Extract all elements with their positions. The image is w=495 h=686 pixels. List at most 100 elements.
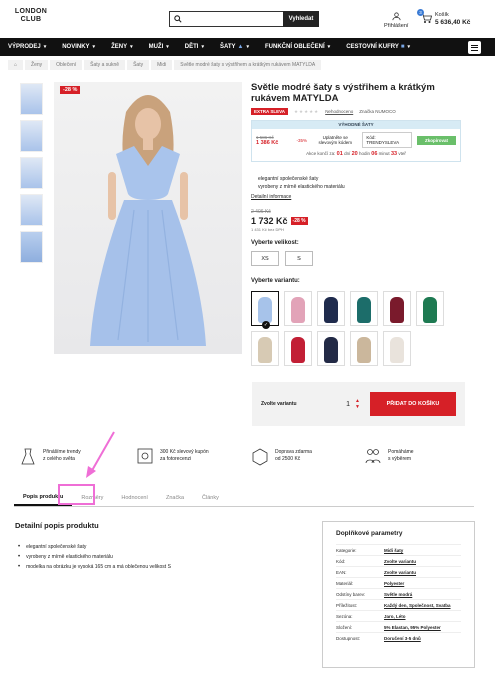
usp-item: Přinášíme trendy z celého světa [18, 446, 81, 466]
price-value: 1 732 Kč [251, 216, 288, 226]
chevron-down-icon: ▾ [92, 44, 96, 50]
variant-label: Vyberte variantu: [251, 278, 300, 284]
param-value[interactable]: Midi šaty [384, 548, 403, 553]
breadcrumb-item[interactable]: Oblečení [50, 59, 83, 70]
param-value[interactable]: Polyester [384, 581, 404, 586]
variant-option[interactable] [416, 291, 444, 326]
param-key: Příležitost: [336, 602, 358, 608]
cart-count-badge: 3 [417, 9, 424, 16]
deal-percent: -35% [296, 137, 308, 143]
list-item: elegantní společenské šaty [258, 176, 319, 182]
tab-hodnoceni[interactable]: Hodnocení [112, 489, 157, 506]
search-icon [174, 15, 182, 23]
breadcrumb-item[interactable]: Šaty [127, 59, 150, 70]
main-nav: VÝPRODEJ ▾ NOVINKY ▾ ŽENY ▾ MUŽI ▾ DĚTI ▾ ŠAT… [0, 38, 495, 56]
main-product-image[interactable] [54, 82, 242, 354]
variant-option[interactable] [251, 331, 279, 366]
globe-dress-icon [21, 448, 35, 465]
breadcrumb-item[interactable]: Ženy [25, 59, 49, 70]
param-value[interactable]: Světle modrá [384, 592, 412, 597]
thumbnail-image[interactable] [20, 194, 43, 226]
dress-thumbnail [390, 297, 404, 323]
cart-price: 5 636,40 Kč [435, 19, 471, 26]
params-heading: Doplňkové parametry [336, 530, 403, 537]
details-link[interactable]: Detailní informace [251, 194, 291, 200]
variant-option[interactable] [383, 291, 411, 326]
short-description: elegantní společenské šaty vyrobeny z mí… [258, 175, 345, 191]
countdown: Akce končí za: 01 dní 20 hodin 06 minut … [306, 151, 406, 157]
rating-stars[interactable]: ★★★★★ [294, 109, 319, 115]
param-value[interactable]: 5% Elastan, 95% Polyester [384, 625, 441, 630]
dress-thumbnail [324, 337, 338, 363]
param-value[interactable]: Zvolte variantu [384, 559, 416, 564]
variant-option[interactable] [317, 291, 345, 326]
variant-option[interactable] [284, 291, 312, 326]
thumbnail-image[interactable] [20, 120, 43, 152]
param-key: Kód: [336, 558, 346, 564]
copy-code-button[interactable]: Zkopírovat [416, 135, 456, 145]
param-value[interactable]: Každý den, Společnost, Svatba [384, 603, 451, 608]
search-button[interactable]: Vyhledat [283, 11, 319, 27]
size-option[interactable]: S [285, 251, 313, 266]
search-input[interactable] [170, 12, 283, 26]
dress-thumbnail [423, 297, 437, 323]
nav-item-muzi[interactable]: MUŽI ▾ [141, 44, 177, 50]
usp-item: Doprava zdarma od 2500 Kč [250, 446, 312, 466]
breadcrumb-item[interactable]: Šaty a sukně [84, 59, 126, 70]
breadcrumb-item[interactable]: Midi [151, 59, 173, 70]
cart-link[interactable]: 3 Košík 5 636,40 Kč [417, 9, 471, 26]
variant-option[interactable] [317, 331, 345, 366]
variant-option[interactable]: ✓ [251, 291, 279, 329]
nav-item-novinky[interactable]: NOVINKY ▾ [54, 44, 103, 50]
site-logo[interactable]: LONDON CLUB [14, 8, 48, 24]
param-row: Příležitost: Každý den, Společnost, Svatb… [336, 599, 461, 610]
params-box: Doplňkové parametry Kategorie: Midi šaty K… [322, 521, 475, 668]
suitcase-icon: ■ [400, 44, 405, 50]
param-row: Kód: Zvolte variantu [336, 555, 461, 566]
param-value[interactable]: Doručení 3-5 dnů [384, 636, 421, 641]
nav-item-kufry[interactable]: CESTOVNÍ KUFRY ■ ▾ [338, 44, 418, 50]
list-item: vyrobeny z mírně elastického materiálu [258, 184, 345, 190]
tab-znacka[interactable]: Značka [157, 489, 193, 506]
hamburger-menu-icon[interactable] [468, 41, 481, 54]
variant-option[interactable] [350, 331, 378, 366]
home-icon[interactable]: ⌂ [8, 59, 24, 70]
variant-option[interactable] [284, 331, 312, 366]
nav-item-funkcni[interactable]: FUNKČNÍ OBLEČENÍ ▾ [257, 44, 338, 50]
size-option[interactable]: XS [251, 251, 279, 266]
description-heading: Detailní popis produktu [15, 521, 99, 530]
thumbnail-image[interactable] [20, 231, 43, 263]
param-row: Dostupnost: Doručení 3-5 dnů [336, 632, 461, 643]
dress-thumbnail [357, 297, 371, 323]
dress-thumbnail [324, 297, 338, 323]
quantity-stepper[interactable]: ▲ ▼ [355, 398, 360, 410]
nav-item-deti[interactable]: DĚTI ▾ [177, 44, 212, 50]
chevron-down-icon: ▾ [327, 44, 331, 50]
thumbnail-image[interactable] [20, 83, 43, 115]
add-to-cart-button[interactable]: PŘIDAT DO KOŠÍKU [370, 392, 456, 416]
param-key: Dostupnost: [336, 635, 361, 641]
brand-link[interactable]: Značka NUMOCO [359, 109, 396, 114]
quantity-input[interactable]: 1 [341, 401, 355, 408]
current-price: 1 732 Kč -28 % [251, 216, 308, 226]
nav-item-vyprodej[interactable]: VÝPRODEJ ▾ [0, 44, 54, 50]
param-key: Složení: [336, 624, 353, 630]
param-value[interactable]: Jaro, Léto [384, 614, 406, 619]
user-icon [392, 12, 401, 21]
param-row: Kategorie: Midi šaty [336, 544, 461, 555]
login-link[interactable]: Přihlášení [384, 12, 408, 29]
nav-item-zeny[interactable]: ŽENY ▾ [103, 44, 141, 50]
reviews-link[interactable]: Nehodnoceno [325, 109, 353, 114]
thumbnail-image[interactable] [20, 157, 43, 189]
product-title: Světle modré šaty s výstřihem a krátkým … [251, 82, 435, 104]
tab-clanky[interactable]: Články [193, 489, 228, 506]
help-people-icon [365, 449, 381, 464]
size-label: Vyberte velikost: [251, 240, 299, 246]
param-value[interactable]: Zvolte variantu [384, 570, 416, 575]
variant-option[interactable] [350, 291, 378, 326]
nav-item-saty[interactable]: ŠATY ▲ ▾ [212, 44, 257, 50]
param-key: Materiál: [336, 580, 354, 586]
list-item: modelka na obrázku je vysoká 165 cm a má… [18, 562, 171, 572]
price-without-vat: 1 431 Kč bez DPH [251, 227, 284, 232]
variant-option[interactable] [383, 331, 411, 366]
